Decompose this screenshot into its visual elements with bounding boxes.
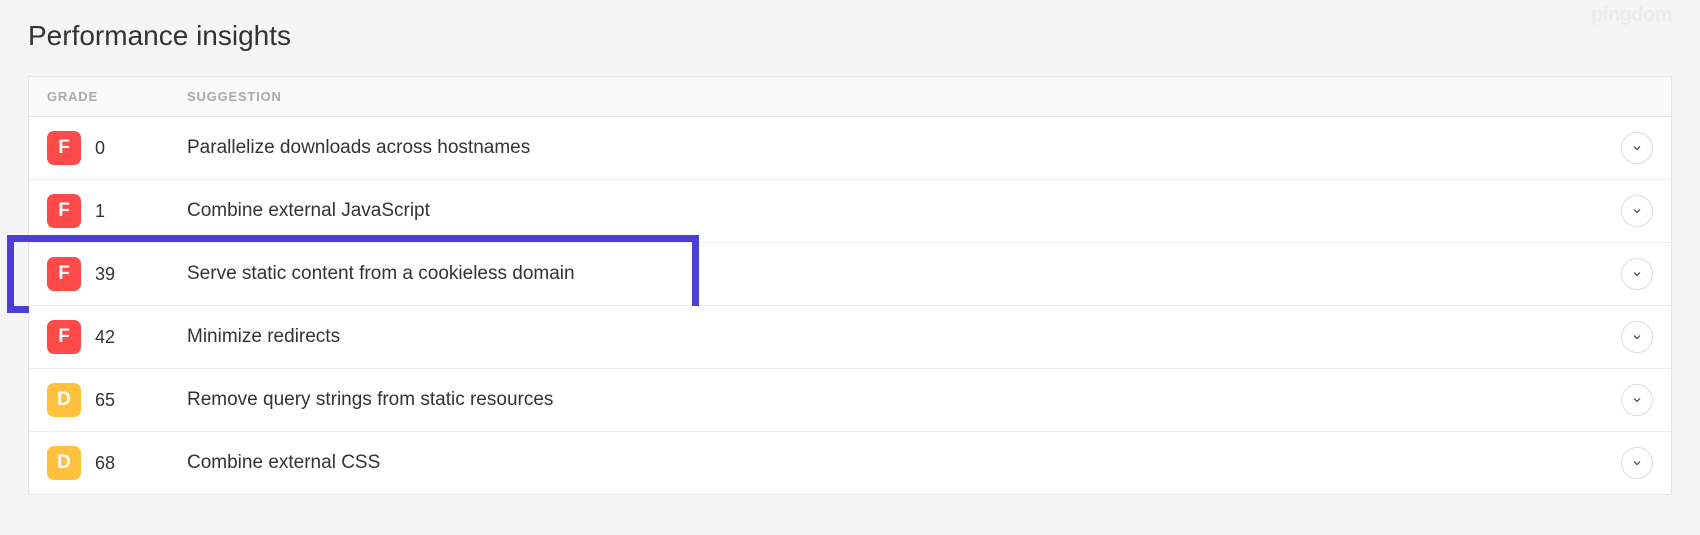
column-header-suggestion: SUGGESTION — [187, 89, 1653, 104]
chevron-down-icon — [1631, 205, 1643, 217]
expand-button[interactable] — [1621, 447, 1653, 479]
grade-score: 39 — [95, 264, 115, 285]
table-header: GRADE SUGGESTION — [29, 77, 1671, 117]
suggestion-text: Combine external JavaScript — [187, 200, 1621, 222]
grade-score: 42 — [95, 327, 115, 348]
table-row[interactable]: F1Combine external JavaScript — [29, 180, 1671, 243]
table-row[interactable]: F 39 Serve static content from a cookieles… — [29, 243, 1671, 306]
grade-badge: F — [47, 131, 81, 165]
chevron-down-icon — [1631, 142, 1643, 154]
grade-score: 1 — [95, 201, 105, 222]
expand-button[interactable] — [1621, 384, 1653, 416]
table-row[interactable]: D 65 Remove query strings from static reso… — [29, 369, 1671, 432]
grade-badge: D — [47, 446, 81, 480]
chevron-down-icon — [1631, 331, 1643, 343]
expand-button[interactable] — [1621, 195, 1653, 227]
watermark-text: pingdom — [1591, 4, 1672, 27]
page-title: Performance insights — [28, 20, 1672, 52]
grade-score: 0 — [95, 138, 105, 159]
expand-button[interactable] — [1621, 258, 1653, 290]
grade-cell: F0 — [47, 131, 187, 165]
grade-cell: F 42 — [47, 320, 187, 354]
grade-badge: F — [47, 194, 81, 228]
grade-score: 65 — [95, 390, 115, 411]
insights-panel: Performance insights GRADE SUGGESTION F0… — [0, 0, 1700, 515]
insights-table: GRADE SUGGESTION F0Parallelize downloads… — [28, 76, 1672, 495]
suggestion-text: Remove query strings from static resourc… — [187, 389, 1621, 411]
grade-cell: D 65 — [47, 383, 187, 417]
grade-cell: F 39 — [47, 257, 187, 291]
suggestion-text: Combine external CSS — [187, 452, 1621, 474]
suggestion-text: Serve static content from a cookieless d… — [187, 263, 1621, 285]
grade-badge: F — [47, 257, 81, 291]
grade-cell: F1 — [47, 194, 187, 228]
suggestion-text: Minimize redirects — [187, 326, 1621, 348]
column-header-grade: GRADE — [47, 89, 187, 104]
table-row[interactable]: F0Parallelize downloads across hostnames — [29, 117, 1671, 180]
chevron-down-icon — [1631, 457, 1643, 469]
grade-badge: D — [47, 383, 81, 417]
expand-button[interactable] — [1621, 321, 1653, 353]
grade-score: 68 — [95, 453, 115, 474]
suggestion-text: Parallelize downloads across hostnames — [187, 137, 1621, 159]
table-row[interactable]: F 42 Minimize redirects — [29, 306, 1671, 369]
grade-badge: F — [47, 320, 81, 354]
chevron-down-icon — [1631, 268, 1643, 280]
grade-cell: D 68 — [47, 446, 187, 480]
chevron-down-icon — [1631, 394, 1643, 406]
table-row[interactable]: D 68 Combine external CSS — [29, 432, 1671, 494]
expand-button[interactable] — [1621, 132, 1653, 164]
